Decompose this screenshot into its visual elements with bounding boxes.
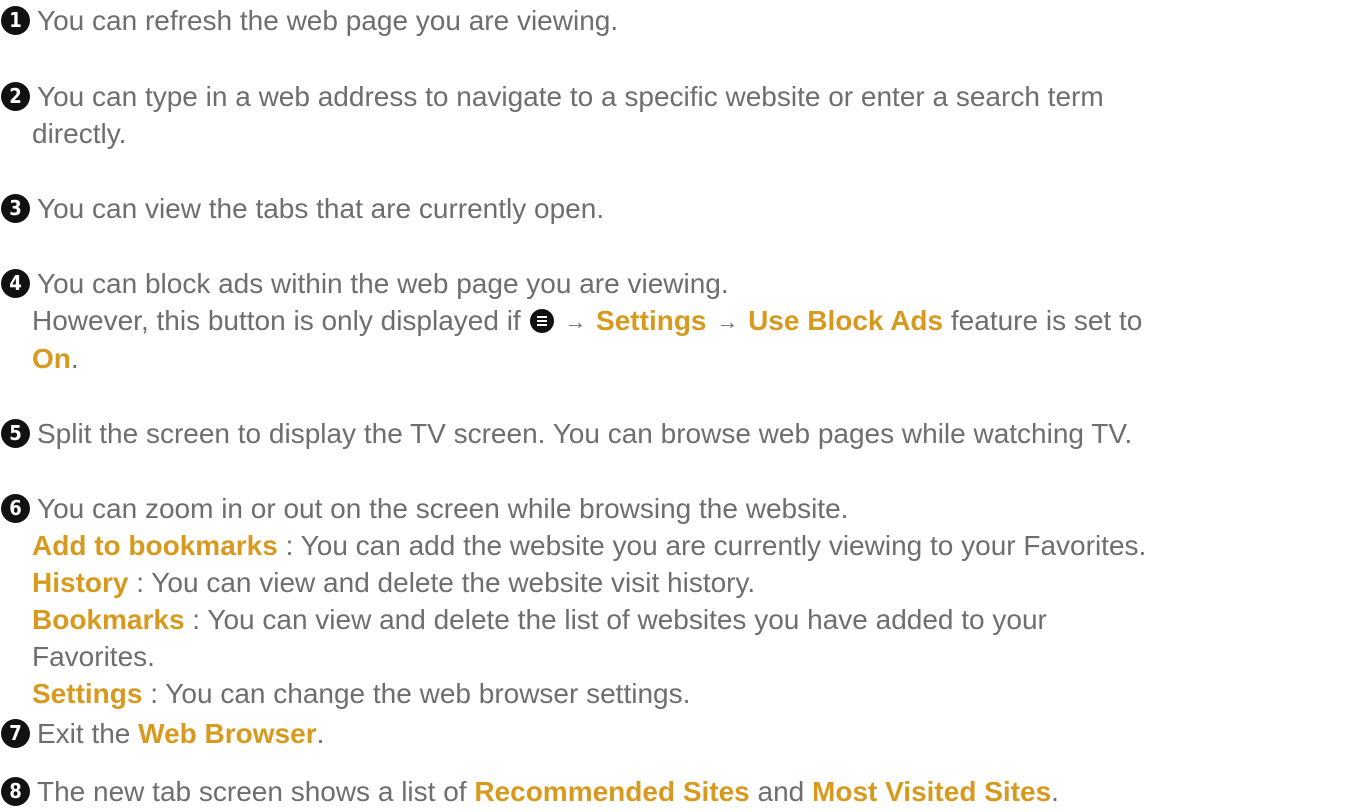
item-line: Split the screen to display the TV scree…: [37, 418, 1133, 449]
period: .: [70, 343, 79, 374]
arrow-right-icon: →: [564, 309, 587, 334]
item-line-suffix: feature is set to: [950, 305, 1143, 336]
item-text: You can view the tabs that are currently…: [37, 190, 1359, 227]
item-suffix: .: [1051, 776, 1059, 807]
item-line: directly.: [32, 118, 127, 149]
item-text: You can refresh the web page you are vie…: [37, 2, 1359, 39]
number-badge: 4: [1, 269, 30, 298]
web-browser-help-page: 1 You can refresh the web page you are v…: [0, 0, 1359, 812]
item-prefix: The new tab screen shows a list of: [37, 776, 475, 807]
item-line: You can zoom in or out on the screen whi…: [37, 493, 849, 524]
item-text: You can zoom in or out on the screen whi…: [32, 490, 1359, 712]
option-label: Bookmarks: [32, 604, 185, 635]
option-bookmarks: Bookmarks : You can view and delete the …: [32, 601, 1359, 638]
number-badge: 6: [1, 494, 30, 523]
menu-path-settings: Settings: [596, 305, 707, 336]
item-line-prefix: However, this button is only displayed i…: [32, 305, 521, 336]
number-badge: 2: [1, 82, 30, 111]
option-settings: Settings : You can change the web browse…: [32, 675, 1359, 712]
item-text: You can type in a web address to navigat…: [32, 78, 1359, 152]
item-line: Exit the Web Browser.: [37, 715, 1359, 752]
item-line: You can type in a web address to navigat…: [37, 81, 1104, 112]
item-text: Split the screen to display the TV scree…: [37, 415, 1359, 452]
option-desc: : You can change the web browser setting…: [142, 678, 691, 709]
item-middle: and: [749, 776, 813, 807]
web-browser-label: Web Browser: [138, 718, 317, 749]
option-desc: : You can view and delete the website vi…: [128, 567, 756, 598]
recommended-sites-label: Recommended Sites: [474, 776, 750, 807]
number-badge: 3: [1, 194, 30, 223]
number-badge: 1: [1, 6, 30, 35]
setting-value-on: On: [32, 343, 71, 374]
number-badge: 8: [1, 777, 30, 806]
option-add-to-bookmarks: Add to bookmarks : You can add the websi…: [32, 527, 1359, 564]
item-text: Exit the Web Browser.: [37, 715, 1359, 752]
option-desc: : You can view and delete the list of we…: [184, 604, 1047, 635]
item-line: You can refresh the web page you are vie…: [37, 5, 619, 36]
number-badge: 5: [1, 419, 30, 448]
item-suffix: .: [316, 718, 325, 749]
item-line: On.: [32, 340, 1359, 377]
option-desc: : You can add the website you are curren…: [277, 530, 1147, 561]
item-prefix: Exit the: [37, 718, 139, 749]
option-label: Settings: [32, 678, 143, 709]
option-history: History : You can view and delete the we…: [32, 564, 1359, 601]
item-line: You can view the tabs that are currently…: [37, 193, 605, 224]
menu-list-icon: [530, 309, 555, 333]
item-text: The new tab screen shows a list of Recom…: [37, 773, 1359, 810]
menu-path-use-block-ads: Use Block Ads: [748, 305, 944, 336]
item-line: You can block ads within the web page yo…: [37, 268, 729, 299]
item-line: The new tab screen shows a list of Recom…: [37, 773, 1359, 810]
option-label: Add to bookmarks: [32, 530, 278, 561]
most-visited-sites-label: Most Visited Sites: [812, 776, 1052, 807]
option-desc-continued: Favorites.: [32, 641, 155, 672]
option-label: History: [32, 567, 129, 598]
item-line: However, this button is only displayed i…: [32, 302, 1359, 340]
arrow-right-icon: →: [716, 309, 739, 334]
item-text: You can block ads within the web page yo…: [32, 265, 1359, 377]
number-badge: 7: [1, 719, 30, 748]
